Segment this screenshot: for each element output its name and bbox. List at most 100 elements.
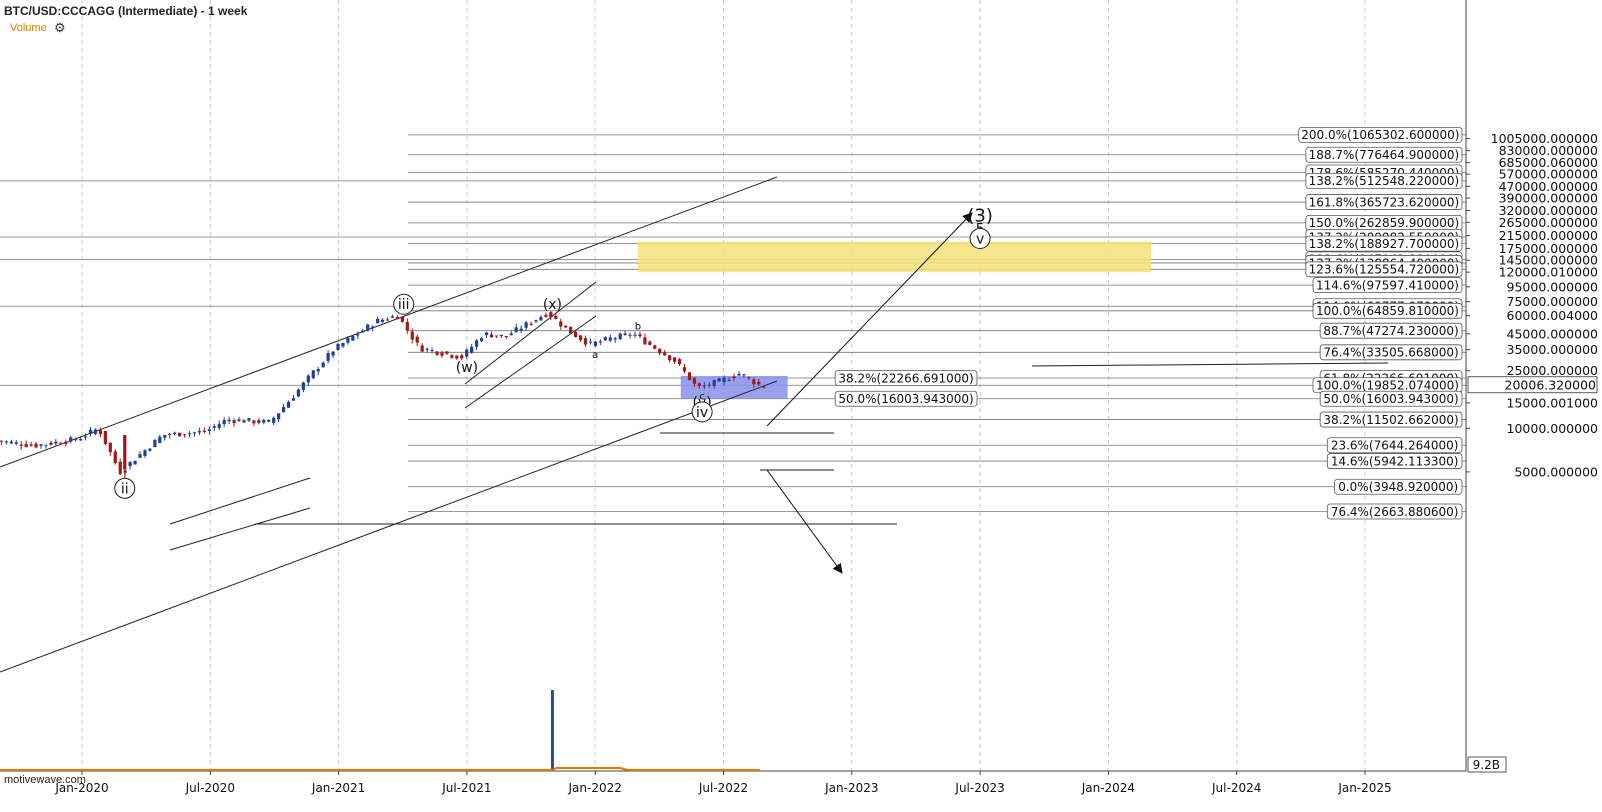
candle-body	[430, 350, 434, 352]
candle-body	[277, 413, 281, 420]
fib-label: 38.2%(11502.662000)	[1323, 413, 1458, 427]
candle-body	[623, 333, 627, 335]
candle-body	[712, 380, 716, 387]
candle-body	[613, 338, 617, 340]
time-tick-label: Jul-2020	[185, 781, 235, 795]
fib-label: 138.2%(512548.220000)	[1309, 174, 1460, 188]
candle-body	[267, 419, 271, 422]
candle-body	[692, 377, 697, 384]
candle-body	[559, 321, 563, 327]
fibonacci-labels: 200.0%(1065302.600000) 188.7%(776464.9000…	[834, 126, 1463, 520]
candle-body	[509, 333, 513, 336]
candle-body	[410, 331, 414, 340]
candle-body	[227, 419, 231, 422]
candle-body	[608, 337, 612, 341]
candle-body	[217, 424, 221, 428]
candle-body	[742, 374, 746, 376]
candle-body	[301, 382, 305, 390]
candle-body	[415, 336, 419, 343]
candle-body	[247, 418, 251, 421]
candle-body	[336, 343, 340, 350]
candle-body	[554, 315, 558, 319]
trend-line	[464, 315, 597, 409]
fib-label: 138.2%(188927.700000)	[1309, 237, 1460, 251]
time-axis[interactable]: Jan-2020 Jul-2020 Jan-2021 Jul-2021 Jan-2022…	[0, 770, 1466, 795]
time-tick-label: Jan-2024	[1081, 781, 1135, 795]
candle-body	[4, 441, 8, 443]
candle-body	[222, 420, 226, 425]
candle-body	[514, 327, 518, 333]
price-tick-label: 95000.000000	[1507, 279, 1599, 294]
projection-arrow-down	[766, 469, 843, 574]
candle-body	[118, 461, 122, 474]
candle-body	[133, 460, 137, 465]
candle-body	[385, 319, 390, 321]
candle-body	[687, 372, 692, 381]
candle-body	[643, 337, 647, 345]
price-tick-label: 25000.000000	[1507, 363, 1599, 378]
fib-label: 14.6%(5942.113300)	[1331, 454, 1459, 468]
candle-body	[578, 335, 583, 340]
fib-label: 0.0%(3948.920000)	[1338, 480, 1458, 494]
candle-body	[470, 346, 474, 353]
candle-body	[677, 359, 682, 365]
fib-label: 23.6%(7644.264000)	[1331, 439, 1459, 453]
candle-body	[425, 348, 429, 350]
candle-body	[361, 330, 365, 333]
candle-body	[59, 443, 63, 445]
candle-body	[475, 340, 479, 347]
candle-body	[435, 351, 439, 355]
candle-body	[598, 341, 602, 343]
last-price-label: 20006.320000	[1505, 378, 1597, 393]
candle-body	[252, 420, 256, 424]
candle-body	[663, 352, 667, 356]
wave-label: b	[635, 322, 641, 333]
candle-body	[544, 314, 548, 317]
gear-icon[interactable]: ⚙	[54, 21, 66, 34]
fib-label: 100.0%(19852.074000)	[1316, 379, 1459, 393]
time-tick-label: Jan-2023	[824, 781, 878, 795]
time-tick-label: Jan-2022	[568, 781, 622, 795]
price-axis[interactable]: 1005000.000000830000.000000685000.060000…	[1465, 0, 1599, 771]
candle-body	[14, 442, 18, 444]
candle-body	[583, 338, 588, 345]
candle-body	[484, 332, 489, 336]
candle-body	[93, 429, 98, 434]
candle-body	[519, 328, 523, 331]
time-tick-label: Jul-2024	[1211, 781, 1261, 795]
price-tick-label: 10000.000000	[1507, 421, 1599, 436]
wave-label: (x)	[543, 297, 562, 313]
watermark: motivewave.com	[4, 774, 86, 786]
candle-body	[371, 326, 375, 328]
candle-body	[182, 434, 187, 436]
candle-body	[588, 341, 593, 343]
candle-body	[534, 320, 538, 322]
candle-body	[29, 444, 33, 446]
fib-label-mid: 50.0%(16003.943000)	[838, 392, 973, 406]
candle-body	[143, 450, 147, 456]
fib-label: 114.6%(97597.410000)	[1316, 278, 1459, 292]
volume-value-label: 9.2B	[1473, 758, 1500, 772]
candle-body	[202, 430, 206, 432]
candle-body	[24, 444, 28, 447]
wave-label: ii	[121, 481, 129, 497]
candle-body	[19, 444, 23, 446]
candle-body	[311, 370, 315, 379]
candle-body	[54, 441, 58, 444]
target-zone	[637, 241, 1152, 273]
candle-body	[450, 355, 454, 358]
fib-label: 100.0%(64859.810000)	[1316, 304, 1459, 318]
candle-body	[69, 437, 73, 442]
candle-body	[163, 434, 167, 438]
candle-body	[108, 442, 112, 453]
candle-body	[341, 343, 345, 347]
candle-body	[593, 341, 598, 346]
fib-label: 123.6%(125554.720000)	[1309, 263, 1460, 277]
candle-body	[702, 385, 706, 387]
candle-body	[98, 430, 103, 435]
candle-body	[262, 419, 266, 423]
candle-body	[237, 419, 241, 422]
fibonacci-lines	[0, 134, 1466, 512]
candle-body	[346, 338, 350, 343]
price-chart[interactable]: iiiii(w)(x)abc(y)iv(3)5v 200.0%(1065302.…	[0, 0, 1602, 812]
